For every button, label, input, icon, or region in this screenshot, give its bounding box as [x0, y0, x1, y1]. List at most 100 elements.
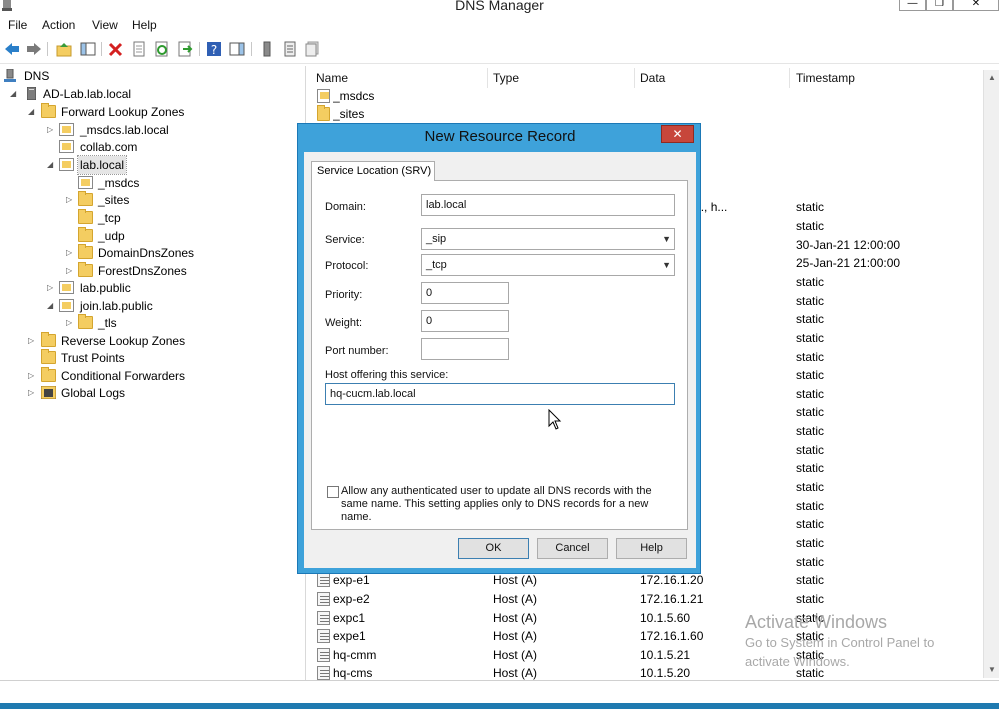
list-item[interactable]: _msdcs: [308, 87, 983, 105]
tree-node-join-lab-public[interactable]: ◢ join.lab.public: [0, 297, 300, 315]
tree-node-forward-lookup-zones[interactable]: ◢ Forward Lookup Zones: [0, 103, 300, 121]
tree-label: join.lab.public: [80, 299, 153, 313]
tree-node-lab-public[interactable]: ▷ lab.public: [0, 279, 300, 297]
cancel-button[interactable]: Cancel: [537, 538, 608, 559]
expand-icon[interactable]: ▷: [66, 191, 75, 209]
menu-help[interactable]: Help: [132, 18, 157, 32]
folder-icon: [317, 105, 330, 121]
refresh-icon[interactable]: [154, 41, 170, 57]
log-icon: [41, 386, 56, 399]
cell-timestamp: static: [796, 294, 825, 308]
cell-timestamp: static: [796, 461, 825, 475]
close-window-button[interactable]: ✕: [953, 0, 999, 11]
menu-view[interactable]: View: [92, 18, 118, 32]
tree-node-global-logs[interactable]: ▷ Global Logs: [0, 384, 300, 402]
column-header-timestamp[interactable]: Timestamp: [796, 68, 981, 88]
cell-timestamp: 30-Jan-21 12:00:00: [796, 238, 901, 252]
folder-icon: [78, 244, 93, 259]
chevron-down-icon[interactable]: ▼: [662, 255, 671, 275]
help-button[interactable]: Help: [616, 538, 687, 559]
show-hide-console-tree-icon[interactable]: [80, 41, 96, 57]
update-server-data-icon[interactable]: [259, 41, 275, 57]
domain-field[interactable]: lab.local: [421, 194, 675, 216]
server-icon: [27, 87, 36, 100]
help-icon[interactable]: ?: [206, 41, 222, 57]
tree-node-msdcs[interactable]: _msdcs: [0, 174, 300, 192]
tree-label: Trust Points: [61, 351, 125, 365]
tree-label: DomainDnsZones: [98, 246, 195, 260]
vertical-scrollbar[interactable]: ▲ ▼: [983, 70, 999, 678]
expand-icon[interactable]: ▷: [28, 332, 37, 350]
collapse-icon[interactable]: ◢: [10, 85, 19, 103]
tree-node-tcp[interactable]: _tcp: [0, 209, 300, 227]
tree-node-collab-zone[interactable]: collab.com: [0, 138, 300, 156]
expand-icon[interactable]: ▷: [28, 367, 37, 385]
zone-icon: [59, 158, 74, 171]
protocol-select[interactable]: _tcp ▼: [421, 254, 675, 276]
port-number-field[interactable]: [421, 338, 509, 360]
column-header-data[interactable]: Data: [640, 68, 790, 88]
zone-icon: [59, 140, 74, 153]
expand-icon[interactable]: ▷: [28, 384, 37, 402]
expand-icon[interactable]: ▷: [47, 121, 56, 139]
scroll-up-icon[interactable]: ▲: [984, 70, 999, 86]
tree-node-server[interactable]: ◢ AD-Lab.lab.local: [0, 85, 300, 103]
console-tree: DNS ◢ AD-Lab.lab.local ◢ Forward Lookup …: [0, 66, 306, 680]
tree-node-domaindnszones[interactable]: ▷ DomainDnsZones: [0, 244, 300, 262]
tree-node-dns[interactable]: DNS: [0, 67, 300, 85]
tree-node-conditional-forwarders[interactable]: ▷ Conditional Forwarders: [0, 367, 300, 385]
record-icon: [317, 648, 330, 662]
tree-node-reverse-lookup-zones[interactable]: ▷ Reverse Lookup Zones: [0, 332, 300, 350]
record-icon: [317, 592, 330, 606]
tree-node-udp[interactable]: _udp: [0, 227, 300, 245]
tree-node-tls[interactable]: ▷ _tls: [0, 314, 300, 332]
tree-label: lab.local: [76, 155, 128, 175]
scroll-down-icon[interactable]: ▼: [984, 662, 999, 678]
tree-node-sites[interactable]: ▷ _sites: [0, 191, 300, 209]
column-header-name[interactable]: Name: [316, 68, 488, 88]
expand-icon[interactable]: ▷: [66, 262, 75, 280]
menu-file[interactable]: File: [8, 18, 27, 32]
weight-field[interactable]: 0: [421, 310, 509, 332]
new-host-icon[interactable]: [282, 41, 298, 57]
collapse-icon[interactable]: ◢: [47, 156, 56, 174]
dialog-close-button[interactable]: ✕: [661, 125, 694, 143]
collapse-icon[interactable]: ◢: [47, 297, 56, 315]
domain-label: Domain:: [325, 201, 366, 213]
cell-name: expe1: [333, 629, 366, 643]
delete-icon[interactable]: [108, 41, 124, 57]
chevron-down-icon[interactable]: ▼: [662, 229, 671, 249]
priority-field[interactable]: 0: [421, 282, 509, 304]
up-folder-icon[interactable]: [56, 41, 72, 57]
tab-service-location[interactable]: Service Location (SRV): [311, 161, 435, 181]
show-action-pane-icon[interactable]: [229, 41, 245, 57]
tree-node-msdcs-zone[interactable]: ▷ _msdcs.lab.local: [0, 121, 300, 139]
cell-timestamp: static: [796, 536, 825, 550]
list-item[interactable]: exp-e2 Host (A) 172.16.1.21 static: [308, 590, 983, 608]
cell-timestamp: static: [796, 275, 825, 289]
tree-node-lab-local[interactable]: ◢ lab.local: [0, 155, 300, 175]
expand-icon[interactable]: ▷: [66, 314, 75, 332]
forward-arrow-icon[interactable]: [26, 41, 42, 57]
host-field[interactable]: hq-cucm.lab.local: [325, 383, 675, 405]
properties-icon[interactable]: [131, 41, 147, 57]
list-item[interactable]: _sites: [308, 105, 983, 123]
new-alias-icon[interactable]: [304, 41, 320, 57]
expand-icon[interactable]: ▷: [47, 279, 56, 297]
menu-action[interactable]: Action: [42, 18, 75, 32]
maximize-button[interactable]: ❐: [926, 0, 953, 11]
allow-update-checkbox[interactable]: [327, 486, 339, 498]
back-arrow-icon[interactable]: [4, 41, 20, 57]
cell-timestamp: static: [796, 200, 825, 214]
tree-node-forestdnszones[interactable]: ▷ ForestDnsZones: [0, 262, 300, 280]
collapse-icon[interactable]: ◢: [28, 103, 37, 121]
tree-label: _udp: [98, 229, 125, 243]
expand-icon[interactable]: ▷: [66, 244, 75, 262]
column-header-type[interactable]: Type: [493, 68, 635, 88]
service-select[interactable]: _sip ▼: [421, 228, 675, 250]
minimize-button[interactable]: —: [899, 0, 926, 11]
tree-node-trust-points[interactable]: Trust Points: [0, 349, 300, 367]
export-list-icon[interactable]: [177, 41, 193, 57]
cell-name: hq-cmm: [333, 648, 377, 662]
ok-button[interactable]: OK: [458, 538, 529, 559]
